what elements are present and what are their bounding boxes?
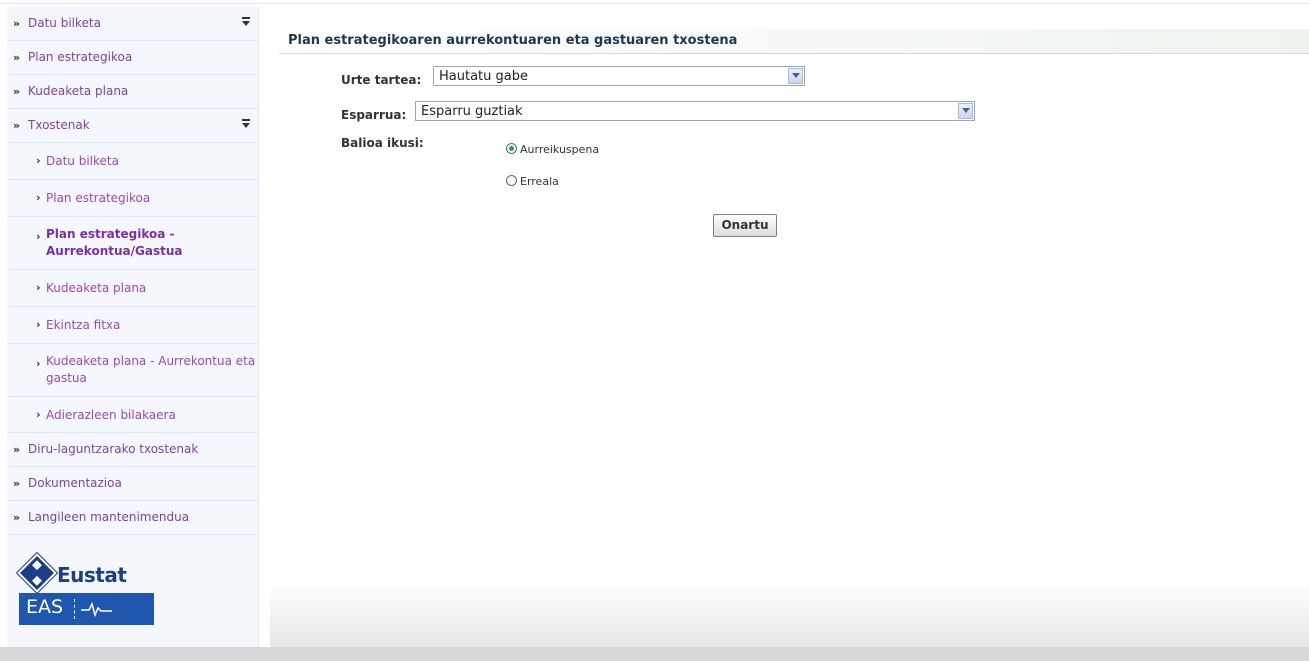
sidebar-item-label: Txostenak [28,118,90,132]
aurreikuspena-label: Aurreikuspena [520,143,600,156]
sidebar-item-label: Kudeaketa plana [28,84,129,98]
balioa-ikusi-label: Balioa ikusi: [341,136,424,150]
sidebar-item-label: Diru-laguntzarako txostenak [28,442,199,456]
sub-item-label: Plan estrategikoa [46,191,151,205]
eustat-logo: Eustat [17,553,154,593]
bottom-strip [0,647,1309,661]
sidebar-item-langileen-mantenimendua[interactable]: » Langileen mantenimendua [7,501,258,535]
sub-item-label: Datu bilketa [46,154,119,168]
eustat-diamond-icon [17,553,57,593]
heartbeat-icon [81,601,112,618]
esparrua-label: Esparrua: [341,108,407,122]
sidebar-item-label: Datu bilketa [28,16,101,30]
chevron-right-icon: › [36,281,41,294]
sidebar-item-kudeaketa-plana[interactable]: » Kudeaketa plana [7,75,258,109]
eas-logo: EAS [19,593,154,625]
chevron-right-icon: › [36,230,41,243]
sub-item-label: Kudeaketa plana [46,281,147,295]
chevron-down-icon[interactable] [958,103,973,119]
chevron-right-icon: › [36,154,41,167]
chevron-down-icon[interactable] [788,68,803,84]
sidebar-item-dokumentazioa[interactable]: » Dokumentazioa [7,467,258,501]
sub-item-label: Kudeaketa plana - Aurrekontua eta gastua [46,354,256,385]
footer-band [270,582,1309,647]
sub-item-ekintza-fitxa[interactable]: › Ekintza fitxa [7,307,258,344]
sub-item-datu-bilketa[interactable]: › Datu bilketa [7,143,258,180]
chevron-right-icon: › [36,191,41,204]
double-chevron-icon: » [13,511,21,524]
esparrua-value: Esparru guztiak [421,104,523,119]
chevron-right-icon: › [36,357,41,370]
sub-item-label: Plan estrategikoa - Aurrekontua/Gastua [46,227,183,258]
urte-tartea-select[interactable]: Hautatu gabe [433,66,805,86]
chevron-right-icon: › [36,318,41,331]
eustat-eas-logo: Eustat EAS [17,553,154,625]
double-chevron-icon: » [13,17,21,30]
urte-tartea-value: Hautatu gabe [439,69,528,84]
eas-logo-text: EAS [26,596,64,618]
expand-arrow-icon[interactable] [242,119,250,128]
double-chevron-icon: » [13,51,21,64]
expand-arrow-icon[interactable] [242,17,250,26]
page-title: Plan estrategikoaren aurrekontuaren eta … [288,33,738,48]
eustat-logo-text: Eustat [57,563,127,587]
sub-item-kudeaketa-plana-aurrekontua[interactable]: › Kudeaketa plana - Aurrekontua eta gast… [7,344,258,397]
onartu-button[interactable]: Onartu [713,214,777,237]
sidebar: » Datu bilketa » Plan estrategikoa » Kud… [7,7,259,647]
aurreikuspena-radio[interactable] [506,143,517,154]
urte-tartea-label: Urte tartea: [341,73,422,87]
double-chevron-icon: » [13,477,21,490]
erreala-label: Erreala [520,175,559,188]
chevron-right-icon: › [36,408,41,421]
sidebar-item-diru-laguntzarako-txostenak[interactable]: » Diru-laguntzarako txostenak [7,433,258,467]
sub-item-plan-estrategikoa-aurrekontua[interactable]: › Plan estrategikoa - Aurrekontua/Gastua [7,217,258,270]
sidebar-item-label: Plan estrategikoa [28,50,133,64]
erreala-radio[interactable] [506,175,517,186]
double-chevron-icon: » [13,119,21,132]
sub-item-label: Adierazleen bilakaera [46,407,176,422]
logo-separator [74,599,76,619]
sub-item-adierazleen-bilakaera[interactable]: › Adierazleen bilakaera [7,397,258,433]
sidebar-item-plan-estrategikoa[interactable]: » Plan estrategikoa [7,41,258,75]
sub-item-plan-estrategikoa[interactable]: › Plan estrategikoa [7,180,258,217]
sidebar-item-txostenak[interactable]: » Txostenak [7,109,258,143]
sub-item-kudeaketa-plana[interactable]: › Kudeaketa plana [7,270,258,307]
sub-item-label: Ekintza fitxa [46,318,121,332]
sidebar-item-label: Langileen mantenimendua [28,510,190,524]
top-border [0,0,1309,4]
esparrua-select[interactable]: Esparru guztiak [415,101,975,121]
main-content: Plan estrategikoaren aurrekontuaren eta … [270,7,1309,661]
double-chevron-icon: » [13,443,21,456]
title-bar: Plan estrategikoaren aurrekontuaren eta … [279,29,1309,54]
sidebar-item-datu-bilketa[interactable]: » Datu bilketa [7,7,258,41]
double-chevron-icon: » [13,85,21,98]
sidebar-item-label: Dokumentazioa [28,476,122,490]
